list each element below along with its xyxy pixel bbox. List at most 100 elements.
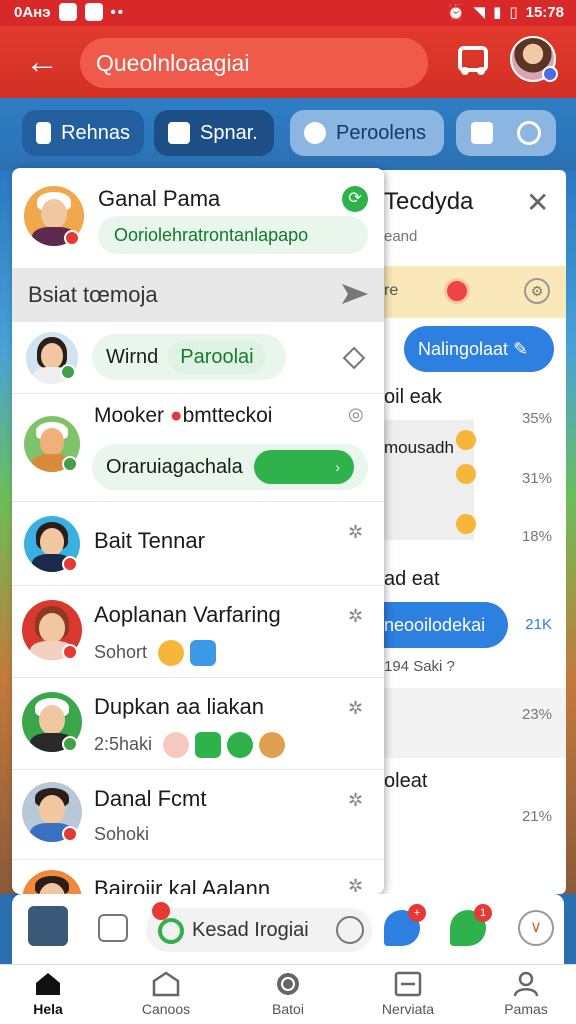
back-arrow-icon[interactable]: ← [22,42,62,82]
row-subtitle-text: Sohort [94,641,148,662]
refresh-icon[interactable]: ⟳ [342,186,368,212]
pin-icon[interactable]: ✲ [348,522,363,543]
clock-icon[interactable]: ◎ [348,404,364,425]
clap-icon [456,430,476,450]
chip-peroolens[interactable]: Peroolens [290,110,444,156]
chip-more[interactable] [456,110,556,156]
list-item[interactable]: Danal Fcmt Sohoki ✲ [12,770,384,860]
status-left-text: 0Анэ [14,3,51,21]
app-bar: ← Queolnloaagiai [0,26,576,98]
pin-icon[interactable]: ✲ [348,606,363,627]
row-name-text: Mooker [94,404,165,427]
status-badge [62,644,78,660]
message-input[interactable]: Kesad Irogiai [146,902,372,952]
messenger-icon[interactable]: + [384,904,426,946]
nav-nerviata[interactable]: Nerviata [358,971,458,1017]
music-note-icon[interactable] [456,44,490,78]
notification-icon [58,3,77,21]
self-avatar[interactable] [28,906,68,946]
detail-item-pct: 21% [521,808,552,825]
emoji-icon [259,732,286,758]
list-item[interactable]: Bairoiir kal Aalann ✲ [12,860,384,894]
row-subtitle: 2:5haki [94,732,286,758]
detail-emoji-card: mousadh [384,420,476,540]
tag-label: Paroolai [168,340,266,374]
chevron-down-icon[interactable]: ∨ [518,910,554,946]
row-name: Danal Fcmt [94,786,207,811]
search-input[interactable]: Queolnloaagiai [80,38,428,88]
diamond-icon[interactable] [342,346,366,370]
message-placeholder: Kesad Irogiai [192,919,309,941]
compose-bar: Kesad Irogiai + 1 ∨ [12,894,564,964]
detail-item-text: oleat [384,770,428,792]
progress-pill[interactable]: Oraruiagachala › [92,444,368,490]
settings-icon[interactable]: ⚙ [524,278,550,304]
profile-avatar[interactable] [510,36,558,82]
section-title: Bsiat tœmoja [28,282,158,307]
app-icon [84,3,103,21]
play-icon[interactable] [336,916,364,944]
detail-action-label: Nalingolaat [418,339,509,359]
alert-icon [444,278,470,304]
section-header: Bsiat tœmoja [12,268,384,322]
list-item[interactable]: Mooker ●bmtteckoi ◎ Oraruiagachala › [12,394,384,502]
store-icon [152,971,180,997]
home-icon [36,973,60,995]
leaf-icon [195,732,222,758]
detail-action-button[interactable]: Nalingolaat ✎ [404,326,554,372]
person-icon [513,971,539,997]
detail-subtitle: eand [384,228,418,245]
detail-title: Tecdyda [384,188,474,215]
face-shape [38,705,66,736]
search-icon [158,918,184,944]
row-name: Bait Tennar [94,528,205,553]
row-name: Aoplanan Varfaring [94,602,281,627]
header-status-pill[interactable]: Ooriolehratrontanlapapo [98,216,368,254]
nav-pamas[interactable]: Pamas [476,971,576,1017]
list-item[interactable]: Bait Tennar ✲ [12,502,384,586]
pin-icon[interactable]: ✲ [348,876,363,894]
emoji-icon [163,732,190,758]
signal-icon: ▮ [493,4,502,21]
list-item[interactable]: Dupkan aa liakan 2:5haki ✲ [12,678,384,770]
nav-home[interactable]: Hela [0,971,98,1017]
send-icon[interactable] [340,282,370,306]
chip-label: Peroolens [336,121,427,144]
face-shape [39,428,65,457]
list-item[interactable]: Aoplanan Varfaring Sohort ✲ [12,586,384,678]
chip-label: Spnar. [200,121,258,144]
pin-icon[interactable]: ✲ [348,790,363,811]
chat-tag-pill[interactable]: Wirnd Paroolai [92,334,286,380]
row-subtitle-text: 2:5haki [94,733,153,754]
progress-label: Oraruiagachala [106,456,243,478]
close-icon[interactable]: ✕ [526,186,549,219]
banner-text: re [384,282,399,299]
chat-list-header[interactable]: Ganal Pama ⟳ Ooriolehratrontanlapapo [12,168,384,266]
nav-canoos[interactable]: Canoos [116,971,216,1017]
badge-count: 1 [474,904,492,922]
bottom-navigation: Hela Canoos Batoi Nerviata Pamas [0,964,576,1024]
minus-box-icon [394,971,422,997]
more-dots-icon: •• [110,3,126,21]
face-shape [39,528,65,557]
nav-batoi[interactable]: Batoi [238,971,338,1017]
messenger-badge-icon [542,66,558,82]
camera-icon[interactable] [98,914,128,942]
pin-icon[interactable]: ✲ [348,698,363,719]
list-item[interactable]: Wirnd Paroolai [12,324,384,394]
progress-bar: › [254,450,354,484]
chip-label: Rehnas [61,121,130,144]
status-bar: 0Анэ •• ⏰ ◥ ▮ ▯ 15:78 [0,0,576,26]
chip-rehnas[interactable]: Rehnas [22,110,144,156]
detail-highlight-button[interactable]: neooilodekai [384,602,508,648]
nav-label: Pamas [504,1001,548,1017]
chat-icon[interactable]: 1 [450,904,492,946]
status-badge [62,826,78,842]
chip-spnar[interactable]: Spnar. [154,110,274,156]
header-name: Ganal Pama [98,186,221,211]
record-icon [277,973,299,995]
bag-icon [471,122,493,144]
status-badge [62,456,78,472]
row-name: Mooker ●bmtteckoi [94,404,272,428]
detail-item-pct: 23% [521,706,552,723]
